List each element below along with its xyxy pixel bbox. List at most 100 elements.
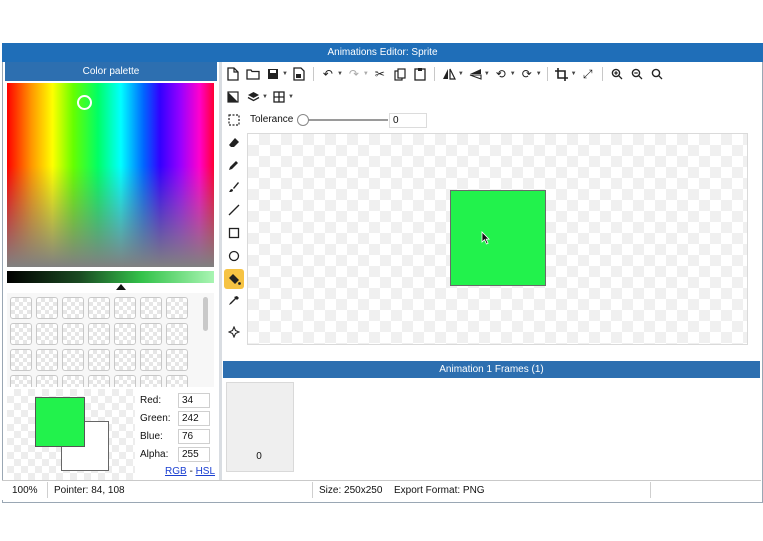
hsl-mode-link[interactable]: HSL [196,466,215,477]
flip-vertical-icon[interactable] [466,65,484,83]
copy-icon[interactable] [391,65,409,83]
zoom-out-icon[interactable] [628,65,646,83]
swatch[interactable] [166,323,188,345]
fill-bucket-icon[interactable] [224,269,244,289]
swatch[interactable] [62,375,84,387]
red-label: Red: [140,395,162,406]
rectangle-icon[interactable] [224,223,244,243]
swatch[interactable] [88,297,110,319]
swatch[interactable] [10,349,32,371]
resize-icon[interactable]: ⤢ [579,65,597,83]
alpha-field[interactable]: 255 [178,447,210,462]
new-file-icon[interactable] [224,65,242,83]
eyedropper-icon[interactable] [224,291,244,311]
swatch[interactable] [10,297,32,319]
line-icon[interactable] [224,200,244,220]
window-title-bar[interactable]: Animations Editor: Sprite [2,43,763,62]
crop-dropdown-icon[interactable]: ▼ [571,71,577,77]
color-mode-links: RGB - HSL [165,466,215,477]
rotate-right-icon[interactable]: ⟳ [518,65,536,83]
save-as-icon[interactable] [290,65,308,83]
swatch[interactable] [62,323,84,345]
primary-color-swatch[interactable] [35,397,85,447]
swatch[interactable] [10,323,32,345]
swatch[interactable] [140,349,162,371]
undo-icon[interactable]: ↶ [319,65,337,83]
status-export-format: Export Format: PNG [394,485,485,496]
swatch[interactable] [62,349,84,371]
selection-icon[interactable] [225,111,243,129]
swatch[interactable] [88,323,110,345]
rgb-mode-link[interactable]: RGB [165,466,187,477]
swatch[interactable] [36,349,58,371]
swatch[interactable] [62,297,84,319]
swatch[interactable] [88,349,110,371]
luminance-marker-icon[interactable] [116,284,126,290]
zoom-reset-icon[interactable] [648,65,666,83]
crop-icon[interactable] [553,65,571,83]
swatch[interactable] [114,323,136,345]
save-dropdown-icon[interactable]: ▼ [282,71,288,77]
save-icon[interactable] [264,65,282,83]
flip-vertical-dropdown-icon[interactable]: ▼ [484,71,490,77]
swatch-grid [10,297,188,387]
swatch[interactable] [10,375,32,387]
swatch[interactable] [36,375,58,387]
cut-icon[interactable]: ✂ [371,65,389,83]
red-field[interactable]: 34 [178,393,210,408]
tolerance-field[interactable]: 0 [389,113,427,128]
grid-icon[interactable] [270,88,288,106]
redo-dropdown-icon[interactable]: ▼ [363,71,369,77]
green-field[interactable]: 242 [178,411,210,426]
alpha-label: Alpha: [140,449,169,460]
paste-icon[interactable] [411,65,429,83]
rotate-left-icon[interactable]: ⟲ [492,65,510,83]
zoom-in-icon[interactable] [608,65,626,83]
redo-icon[interactable]: ↷ [345,65,363,83]
layers-icon[interactable] [244,88,262,106]
swatch[interactable] [140,323,162,345]
sprite-image[interactable] [450,190,546,286]
swatch[interactable] [140,375,162,387]
palette-title: Color palette [82,66,140,77]
ellipse-icon[interactable] [224,246,244,266]
swatch[interactable] [140,297,162,319]
window-title: Animations Editor: Sprite [327,47,438,58]
swatch[interactable] [114,297,136,319]
color-spectrum[interactable] [7,83,214,267]
tolerance-slider-thumb[interactable] [297,114,309,126]
layers-dropdown-icon[interactable]: ▼ [262,94,268,100]
frames-title: Animation 1 Frames (1) [439,364,544,375]
fill-mode-icon[interactable] [224,88,242,106]
swatch-scrollbar[interactable] [203,297,208,331]
swatch[interactable] [166,349,188,371]
swatch[interactable] [114,375,136,387]
pencil-icon[interactable] [224,155,244,175]
grid-dropdown-icon[interactable]: ▼ [288,94,294,100]
toolbar-separator [433,67,435,81]
rotate-left-dropdown-icon[interactable]: ▼ [510,71,516,77]
undo-dropdown-icon[interactable]: ▼ [337,71,343,77]
status-zoom: 100% [12,485,38,496]
blue-label: Blue: [140,431,163,442]
swatch[interactable] [36,297,58,319]
flip-horizontal-dropdown-icon[interactable]: ▼ [458,71,464,77]
swatch[interactable] [166,375,188,387]
tolerance-slider-track[interactable] [303,119,388,121]
toolbar-separator [546,67,548,81]
brush-icon[interactable] [224,177,244,197]
swatch[interactable] [114,349,136,371]
swatch[interactable] [36,323,58,345]
rotate-right-dropdown-icon[interactable]: ▼ [536,71,542,77]
color-picker-ring[interactable] [77,95,92,110]
swatch[interactable] [88,375,110,387]
panel-splitter[interactable] [219,62,222,480]
status-separator [650,482,651,498]
open-folder-icon[interactable] [244,65,262,83]
flip-horizontal-icon[interactable] [440,65,458,83]
eraser-icon[interactable] [224,133,244,153]
luminance-slider[interactable] [7,271,214,283]
move-icon[interactable] [224,322,244,342]
blue-field[interactable]: 76 [178,429,210,444]
swatch[interactable] [166,297,188,319]
